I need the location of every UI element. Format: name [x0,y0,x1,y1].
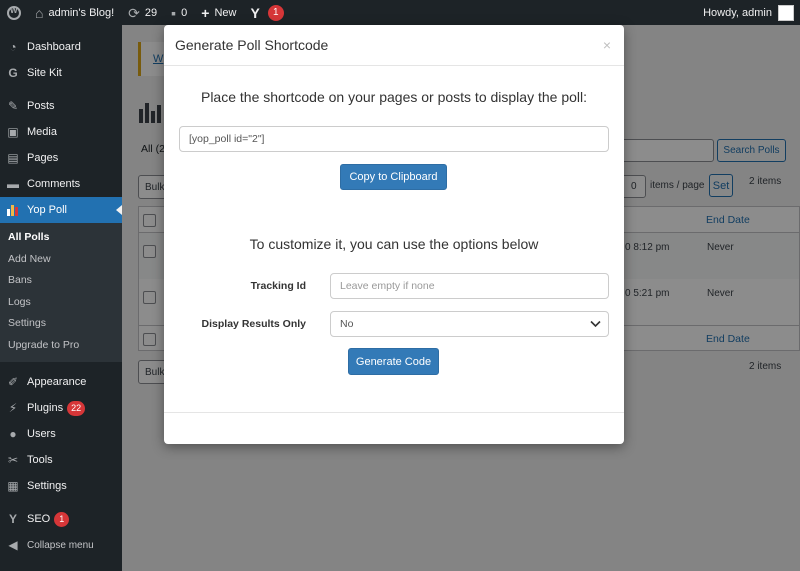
plugins-update-badge: 22 [67,400,86,416]
menu-plugins[interactable]: ⚡ Plugins 22 [0,395,122,421]
yop-poll-submenu: All Polls Add New Bans Logs Settings Upg… [0,223,122,362]
home-icon: ⌂ [35,4,44,21]
submenu-upgrade[interactable]: Upgrade to Pro [0,335,122,357]
wordpress-logo-button[interactable] [0,0,28,25]
modal-header: Generate Poll Shortcode × [164,25,624,66]
pages-icon: ▤ [7,151,19,165]
pin-icon: ✎ [7,99,19,113]
shortcode-field[interactable]: [yop_poll id="2"] [179,126,609,152]
chevron-down-icon [590,318,601,332]
my-account-link[interactable]: Howdy, admin [696,0,800,25]
comments-count: 0 [181,6,188,19]
wordpress-icon [7,5,21,20]
modal-title: Generate Poll Shortcode [175,37,329,53]
submenu-all-polls[interactable]: All Polls [0,227,122,249]
greeting-label: Howdy, admin [703,6,772,19]
admin-sidebar: ◔ Dashboard G Site Kit ✎ Posts ▣ Media ▤… [0,25,122,571]
menu-label: Posts [27,100,55,112]
updates-count: 29 [144,6,158,19]
user-icon: ● [9,427,17,441]
generate-code-button[interactable]: Generate Code [348,348,439,375]
copy-to-clipboard-button[interactable]: Copy to Clipboard [340,164,447,190]
media-icon: ▣ [7,125,19,139]
avatar [778,4,794,21]
menu-appearance[interactable]: ✐ Appearance [0,369,122,395]
site-name-label: admin's Blog! [48,6,115,19]
menu-site-kit[interactable]: G Site Kit [0,60,122,86]
menu-dashboard[interactable]: ◔ Dashboard [0,34,122,60]
menu-label: Plugins [27,402,64,414]
menu-label: Yop Poll [27,204,67,216]
menu-users[interactable]: ● Users [0,421,122,447]
collapse-label: Collapse menu [27,539,94,551]
google-g-icon: G [8,66,18,80]
admin-bar: ⌂ admin's Blog! ⟳ 29 ▪ 0 + New Y 1 Howdy… [0,0,800,25]
plugin-icon: ⚡ [8,401,18,415]
customize-heading: To customize it, you can use the options… [249,236,539,252]
tracking-id-input[interactable]: Leave empty if none [330,273,609,299]
yoast-icon: Y [250,4,260,21]
poll-icon [6,203,20,217]
comment-icon: ▪ [171,4,177,21]
menu-label: Dashboard [27,41,81,53]
collapse-menu-button[interactable]: ◀ Collapse menu [0,532,122,558]
seo-badge: 1 [54,511,70,527]
menu-label: Settings [27,480,67,492]
menu-yop-poll[interactable]: Yop Poll [0,197,122,223]
site-name-link[interactable]: ⌂ admin's Blog! [28,0,121,25]
close-icon[interactable]: × [603,37,611,53]
menu-label: Pages [27,152,59,164]
updates-link[interactable]: ⟳ 29 [121,0,164,25]
menu-label: Tools [27,454,53,466]
seo-adminbar-link[interactable]: Y 1 [243,0,290,25]
new-label: New [214,6,237,19]
settings-icon: ▦ [7,479,19,493]
submenu-bans[interactable]: Bans [0,270,122,292]
yoast-icon: Y [8,512,17,526]
menu-tools[interactable]: ✂ Tools [0,447,122,473]
menu-label: SEO [27,513,51,525]
seo-notification-badge: 1 [267,4,284,21]
menu-seo[interactable]: Y SEO 1 [0,506,122,532]
tracking-id-label: Tracking Id [250,280,306,292]
menu-media[interactable]: ▣ Media [0,119,122,145]
menu-settings[interactable]: ▦ Settings [0,473,122,499]
display-results-select[interactable]: No [330,311,609,337]
menu-label: Site Kit [27,67,62,79]
submenu-add-new[interactable]: Add New [0,249,122,271]
submenu-logs[interactable]: Logs [0,292,122,314]
dashboard-icon: ◔ [9,40,17,54]
new-content-link[interactable]: + New [194,0,243,25]
collapse-icon: ◀ [8,538,18,552]
menu-comments[interactable]: ▬ Comments [0,171,122,197]
wrench-icon: ✂ [7,453,19,467]
modal-footer-divider [164,412,624,413]
menu-label: Appearance [27,376,87,388]
shortcode-instructions: Place the shortcode on your pages or pos… [200,89,587,105]
submenu-settings[interactable]: Settings [0,313,122,335]
menu-label: Users [27,428,56,440]
refresh-icon: ⟳ [128,4,140,21]
shortcode-modal: Generate Poll Shortcode × Place the shor… [164,25,624,444]
menu-posts[interactable]: ✎ Posts [0,93,122,119]
display-results-value: No [340,318,354,330]
menu-label: Comments [27,178,81,190]
menu-label: Media [27,126,57,138]
plus-icon: + [201,4,210,21]
comments-link[interactable]: ▪ 0 [164,0,194,25]
menu-pages[interactable]: ▤ Pages [0,145,122,171]
display-results-label: Display Results Only [201,318,306,330]
comment-icon: ▬ [7,177,19,191]
brush-icon: ✐ [7,375,19,389]
